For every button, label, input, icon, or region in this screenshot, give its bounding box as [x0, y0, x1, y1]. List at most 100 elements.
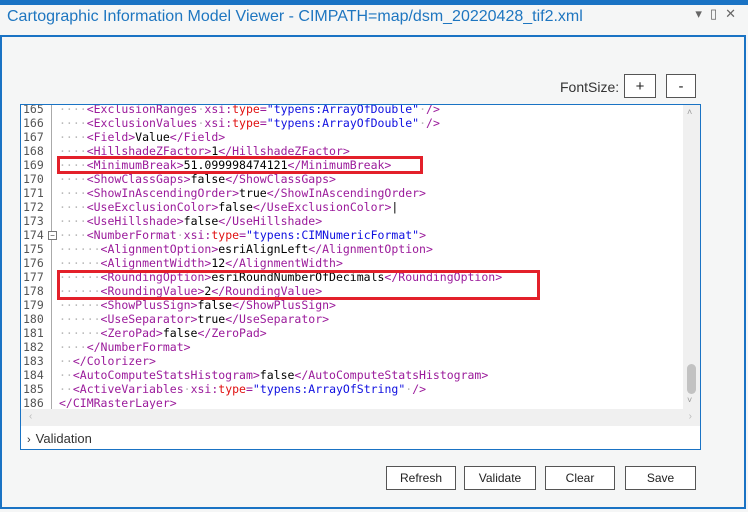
code-line[interactable]: 173 ····<UseHillshade>false</UseHillshade…	[21, 214, 683, 228]
code-text: ······<ZeroPad>false</ZeroPad>	[59, 326, 267, 340]
code-token: type	[218, 382, 246, 396]
window-controls: ▾ ▯ ✕	[695, 6, 736, 22]
code-token: </AlignmentOption>	[308, 242, 433, 256]
horizontal-scrollbar[interactable]: ‹ ›	[21, 409, 700, 426]
code-token: <ShowClassGaps>	[86, 172, 191, 186]
scroll-left-icon[interactable]: ‹	[29, 411, 32, 422]
maximize-icon[interactable]: ▯	[710, 6, 717, 22]
code-line[interactable]: 183 ··</Colorizer>	[21, 354, 683, 368]
close-icon[interactable]: ✕	[725, 6, 736, 22]
collapse-icon[interactable]: −	[48, 231, 57, 240]
code-token: false	[259, 368, 295, 382]
scrollbar-thumb[interactable]	[687, 364, 696, 394]
line-number: 168	[23, 144, 44, 158]
code-token: type	[211, 228, 240, 242]
code-text: ··<AutoComputeStatsHistogram>false</Auto…	[59, 368, 489, 382]
code-text: </CIMRasterLayer>	[59, 396, 177, 409]
code-text: ······<UseSeparator>true</UseSeparator>	[59, 312, 330, 326]
code-token: ·	[419, 105, 427, 116]
code-token: false	[197, 298, 233, 312]
code-text: ··</Colorizer>	[59, 354, 156, 368]
line-number: 177	[23, 270, 44, 284]
code-token: </ShowInAscendingOrder>	[266, 186, 426, 200]
code-text: ······<AlignmentWidth>12</AlignmentWidth…	[59, 256, 343, 270]
code-token: <AlignmentWidth>	[100, 256, 212, 270]
code-token: Value	[135, 130, 170, 144]
code-line[interactable]: 181 ······<ZeroPad>false</ZeroPad>	[21, 326, 683, 340]
code-line[interactable]: 167 ····<Field>Value</Field>	[21, 130, 683, 144]
save-button[interactable]: Save	[625, 466, 696, 490]
code-token: </ShowClassGaps>	[225, 172, 336, 186]
xml-editor[interactable]: 165 ····<ExclusionRanges·xsi:type="typens…	[20, 104, 701, 450]
code-token: <UseSeparator>	[100, 312, 198, 326]
validation-expander[interactable]: › Validation	[27, 431, 92, 446]
clear-button[interactable]: Clear	[545, 466, 615, 490]
code-line[interactable]: 170 ····<ShowClassGaps>false</ShowClassGa…	[21, 172, 683, 186]
scroll-up-icon[interactable]: ˄	[687, 107, 692, 117]
code-token: <ExclusionRanges	[86, 105, 198, 116]
code-line[interactable]: 176 ······<AlignmentWidth>12</AlignmentWi…	[21, 256, 683, 270]
code-token: =	[259, 116, 267, 130]
code-line[interactable]: 185 ··<ActiveVariables·xsi:type="typens:A…	[21, 382, 683, 396]
code-area[interactable]: 165 ····<ExclusionRanges·xsi:type="typens…	[21, 105, 683, 409]
code-line[interactable]: 175 ······<AlignmentOption>esriAlignLeft<…	[21, 242, 683, 256]
code-text: ····<NumberFormat·xsi:type="typens:CIMNu…	[59, 228, 427, 242]
font-size-increase-button[interactable]: +	[624, 74, 656, 98]
code-token: />	[426, 116, 440, 130]
code-line[interactable]: 174 ····<NumberFormat·xsi:type="typens:CI…	[21, 228, 683, 242]
code-token: type	[232, 105, 260, 116]
code-text: ····<Field>Value</Field>	[59, 130, 226, 144]
code-line[interactable]: 166 ····<ExclusionValues·xsi:type="typens…	[21, 116, 683, 130]
code-line[interactable]: 186 </CIMRasterLayer>	[21, 396, 683, 409]
code-token: |	[391, 200, 399, 214]
code-token: <ActiveVariables	[72, 382, 184, 396]
code-line[interactable]: 184 ··<AutoComputeStatsHistogram>false</A…	[21, 368, 683, 382]
code-token: <ShowInAscendingOrder>	[86, 186, 240, 200]
code-token: </Colorizer>	[72, 354, 156, 368]
font-size-decrease-button[interactable]: -	[666, 74, 696, 98]
code-text: ····<ExclusionValues·xsi:type="typens:Ar…	[59, 116, 440, 130]
validate-button[interactable]: Validate	[464, 466, 536, 490]
scroll-down-icon[interactable]: ˅	[687, 395, 692, 405]
code-token: </UseHillshade>	[218, 214, 323, 228]
code-text: ······<ShowPlusSign>false</ShowPlusSign>	[59, 298, 336, 312]
code-line[interactable]: 172 ····<UseExclusionColor>false</UseExcl…	[21, 200, 683, 214]
refresh-button[interactable]: Refresh	[386, 466, 456, 490]
code-token: 12	[211, 256, 226, 270]
code-line[interactable]: 179 ······<ShowPlusSign>false</ShowPlusSi…	[21, 298, 683, 312]
code-token: <ShowPlusSign>	[100, 298, 198, 312]
code-token: "typens:CIMNumericFormat"	[246, 228, 420, 242]
code-token: "typens:ArrayOfString"	[252, 382, 406, 396]
highlight-box-minimum-break	[57, 156, 423, 174]
code-token: false	[162, 326, 198, 340]
code-token: </UseSeparator>	[225, 312, 330, 326]
code-token: ·	[176, 228, 184, 242]
code-token: false	[183, 214, 219, 228]
scroll-right-icon[interactable]: ›	[689, 411, 692, 422]
code-text: ····<UseExclusionColor>false</UseExclusi…	[59, 200, 399, 214]
line-number: 166	[23, 116, 44, 130]
code-line[interactable]: 171 ····<ShowInAscendingOrder>true</ShowI…	[21, 186, 683, 200]
code-token: ·	[183, 382, 191, 396]
code-token: esriAlignLeft	[218, 242, 309, 256]
code-token: </UseExclusionColor>	[252, 200, 392, 214]
code-line[interactable]: 165 ····<ExclusionRanges·xsi:type="typens…	[21, 105, 683, 116]
line-number: 165	[23, 105, 44, 116]
code-line[interactable]: 182 ····</NumberFormat>	[21, 340, 683, 354]
code-token: </Field>	[169, 130, 226, 144]
code-token: <ZeroPad>	[100, 326, 163, 340]
line-number: 178	[23, 284, 44, 298]
code-text: ······<AlignmentOption>esriAlignLeft</Al…	[59, 242, 433, 256]
code-line[interactable]: 180 ······<UseSeparator>true</UseSeparato…	[21, 312, 683, 326]
code-text: ··<ActiveVariables·xsi:type="typens:Arra…	[59, 382, 427, 396]
code-token: true	[197, 312, 226, 326]
line-number: 171	[23, 186, 44, 200]
code-token: xsi:	[183, 228, 212, 242]
dropdown-icon[interactable]: ▾	[695, 6, 702, 22]
code-token: <AutoComputeStatsHistogram>	[72, 368, 260, 382]
line-number: 185	[23, 382, 44, 396]
window-top-border	[0, 0, 748, 5]
validation-label: Validation	[35, 431, 92, 446]
code-text: ····<ShowInAscendingOrder>true</ShowInAs…	[59, 186, 426, 200]
vertical-scrollbar[interactable]: ˄ ˅	[683, 105, 700, 409]
